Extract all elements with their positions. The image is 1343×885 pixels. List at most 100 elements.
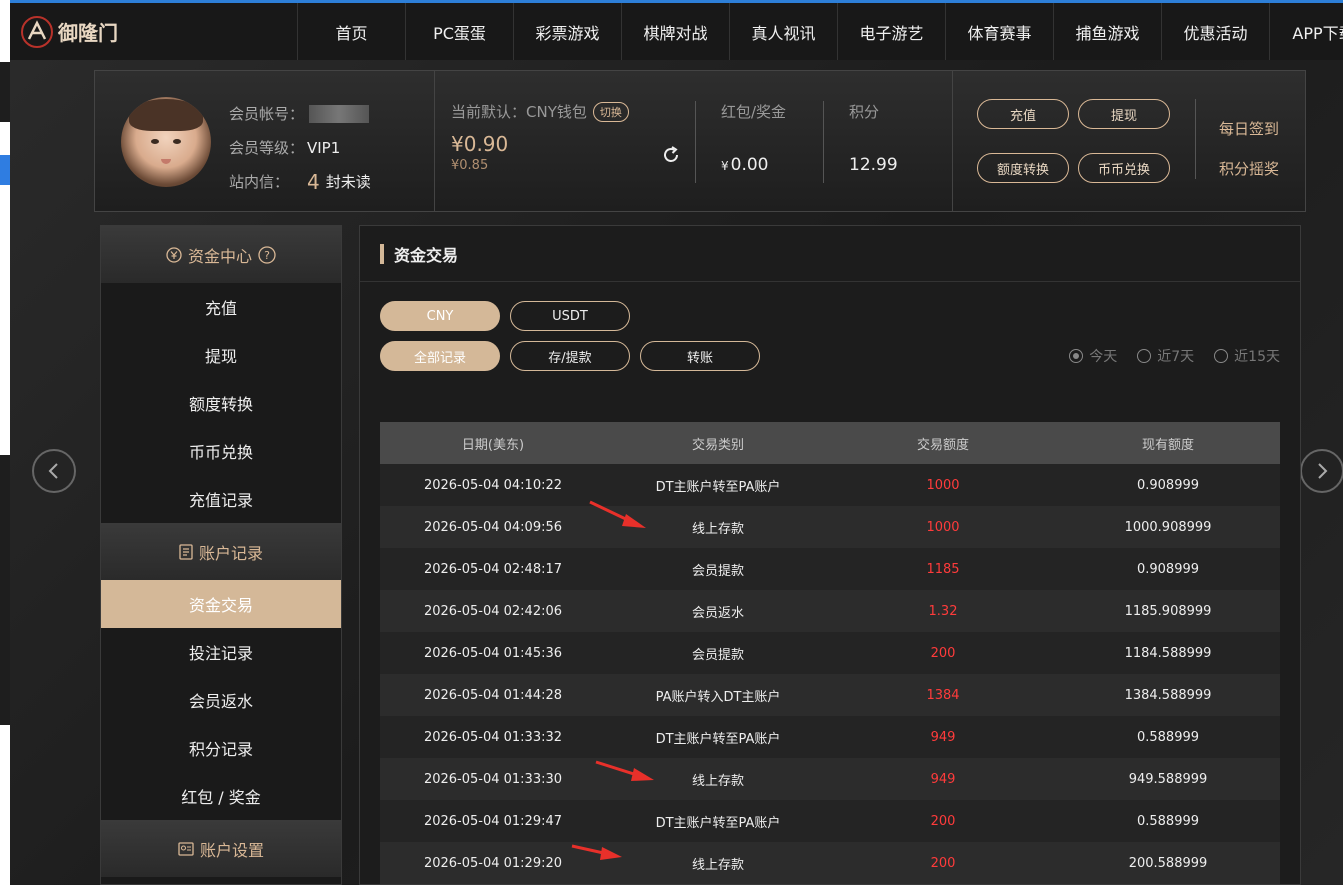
cell-amount: 200 [830, 632, 1056, 674]
cell-type: 会员返水 [606, 590, 830, 632]
divider [952, 71, 953, 211]
nav-fishing[interactable]: 捕鱼游戏 [1053, 3, 1161, 60]
cell-balance: 200.588999 [1056, 842, 1280, 884]
cell-balance: 949.588999 [1056, 758, 1280, 800]
wallet-info: 当前默认：CNY钱包 切换 ¥0.90 ¥0.85 [451, 101, 629, 173]
col-balance: 现有额度 [1056, 422, 1280, 464]
tab-transfer[interactable]: 转账 [640, 341, 760, 371]
tab-usdt[interactable]: USDT [510, 301, 630, 331]
nav-home[interactable]: 首页 [297, 3, 405, 60]
chevron-right-icon [1318, 463, 1328, 479]
sidebar-header-records: 账户记录 [101, 523, 341, 580]
tab-deposit-withdraw[interactable]: 存/提款 [510, 341, 630, 371]
nav-pc-egg[interactable]: PC蛋蛋 [405, 3, 513, 60]
user-summary-bar: 会员帐号： 会员等级： VIP1 站内信： 4 封未读 当前默认：CNY钱包 切换 ¥0… [94, 70, 1306, 212]
radio-7days[interactable]: 近7天 [1137, 346, 1194, 366]
cell-type: 会员提款 [606, 548, 830, 590]
radio-15days[interactable]: 近15天 [1214, 346, 1280, 366]
sidebar-item-rebate[interactable]: 会员返水 [101, 676, 341, 724]
nav-app-download[interactable]: APP下载 [1269, 3, 1343, 60]
sidebar-item-exchange[interactable]: 币币兑换 [101, 427, 341, 475]
chevron-left-icon [48, 463, 58, 479]
user-card-icon [178, 841, 194, 856]
points-lottery-link[interactable]: 积分摇奖 [1219, 149, 1279, 189]
table-row: 2026-05-04 02:48:17 会员提款 1185 0.908999 [380, 548, 1280, 590]
cell-amount: 200 [830, 800, 1056, 842]
cell-date: 2026-05-04 01:29:20 [380, 842, 606, 884]
tab-all-records[interactable]: 全部记录 [380, 341, 500, 371]
withdraw-button[interactable]: 提现 [1078, 99, 1170, 129]
sidebar-header-funds: 资金中心 ? [101, 226, 341, 283]
cell-amount: 1.32 [830, 590, 1056, 632]
daily-checkin-link[interactable]: 每日签到 [1219, 109, 1279, 149]
deposit-button[interactable]: 充值 [977, 99, 1069, 129]
nav-live[interactable]: 真人视讯 [729, 3, 837, 60]
inbox-label: 站内信： [229, 173, 290, 191]
inbox-unit[interactable]: 封未读 [326, 165, 371, 199]
refresh-icon[interactable] [661, 145, 681, 165]
radio-empty-icon [1137, 349, 1152, 363]
sidebar-item-bonus[interactable]: 红包 / 奖金 [101, 772, 341, 820]
title-accent-bar [380, 243, 384, 264]
radio-today[interactable]: 今天 [1069, 346, 1117, 366]
main-nav: 首页 PC蛋蛋 彩票游戏 棋牌对战 真人视讯 电子游艺 体育赛事 捕鱼游戏 优惠… [297, 3, 1343, 60]
divider [434, 71, 435, 211]
sidebar-item-points-records[interactable]: 积分记录 [101, 724, 341, 772]
sidebar-item-transfer[interactable]: 额度转换 [101, 379, 341, 427]
cell-date: 2026-05-04 01:29:47 [380, 800, 606, 842]
sidebar: 资金中心 ? 充值 提现 额度转换 币币兑换 充值记录 账户记录 资金交易 投注… [100, 225, 342, 885]
inbox-count[interactable]: 4 [307, 165, 320, 199]
divider [1195, 99, 1196, 179]
nav-sports[interactable]: 体育赛事 [945, 3, 1053, 60]
radio-selected-icon [1069, 349, 1084, 363]
tab-cny[interactable]: CNY [380, 301, 500, 331]
logo-emblem-icon [21, 15, 53, 48]
cell-amount: 1000 [830, 506, 1056, 548]
nav-lottery[interactable]: 彩票游戏 [513, 3, 621, 60]
brand-name: 御隆门 [58, 21, 118, 45]
cell-type: 线上存款 [606, 506, 830, 548]
sidebar-header-settings-label: 账户设置 [199, 840, 264, 860]
help-icon[interactable]: ? [258, 245, 276, 264]
brand-logo[interactable]: 御隆门 [20, 9, 130, 54]
exchange-button[interactable]: 币币兑换 [1078, 153, 1170, 183]
carousel-next-button[interactable] [1300, 449, 1343, 493]
sidebar-item-fund-transactions[interactable]: 资金交易 [101, 580, 341, 628]
table-row: 2026-05-04 01:29:47 DT主账户转至PA账户 200 0.58899… [380, 800, 1280, 842]
col-date: 日期(美东) [380, 422, 606, 464]
wallet-switch-button[interactable]: 切换 [592, 101, 629, 122]
sidebar-item-bet-records[interactable]: 投注记录 [101, 628, 341, 676]
cell-amount: 1185 [830, 548, 1056, 590]
sidebar-item-deposit[interactable]: 充值 [101, 283, 341, 331]
cell-date: 2026-05-04 02:42:06 [380, 590, 606, 632]
cell-date: 2026-05-04 04:09:56 [380, 506, 606, 548]
carousel-prev-button[interactable] [32, 449, 76, 493]
cell-date: 2026-05-04 01:44:28 [380, 674, 606, 716]
table-row: 2026-05-04 01:44:28 PA账户转入DT主账户 1384 1384.5… [380, 674, 1280, 716]
sidebar-item-deposit-records[interactable]: 充值记录 [101, 475, 341, 523]
date-range-radios: 今天 近7天 近15天 [1069, 346, 1280, 366]
user-info: 会员帐号： 会员等级： VIP1 站内信： 4 封未读 [229, 97, 371, 199]
cell-amount: 949 [830, 716, 1056, 758]
document-icon [179, 543, 193, 560]
divider [823, 101, 824, 183]
table-row: 2026-05-04 01:29:20 线上存款 200 200.588999 [380, 842, 1280, 884]
cell-type: 线上存款 [606, 842, 830, 884]
nav-promotions[interactable]: 优惠活动 [1161, 3, 1269, 60]
svg-text:?: ? [264, 249, 270, 262]
nav-chess[interactable]: 棋牌对战 [621, 3, 729, 60]
sidebar-item-withdraw[interactable]: 提现 [101, 331, 341, 379]
sidebar-header-settings: 账户设置 [101, 820, 341, 877]
cell-balance: 1000.908999 [1056, 506, 1280, 548]
sidebar-header-records-label: 账户记录 [198, 543, 263, 563]
cell-balance: 1384.588999 [1056, 674, 1280, 716]
page-title: 资金交易 [394, 245, 459, 265]
col-type: 交易类别 [606, 422, 830, 464]
cell-date: 2026-05-04 01:33:30 [380, 758, 606, 800]
table-row: 2026-05-04 01:33:30 线上存款 949 949.588999 [380, 758, 1280, 800]
cell-date: 2026-05-04 01:33:32 [380, 716, 606, 758]
transfer-button[interactable]: 额度转换 [977, 153, 1069, 183]
wallet-balance: ¥0.90 [451, 132, 509, 156]
nav-slots[interactable]: 电子游艺 [837, 3, 945, 60]
table-row: 2026-05-04 01:33:32 DT主账户转至PA账户 949 0.58899… [380, 716, 1280, 758]
